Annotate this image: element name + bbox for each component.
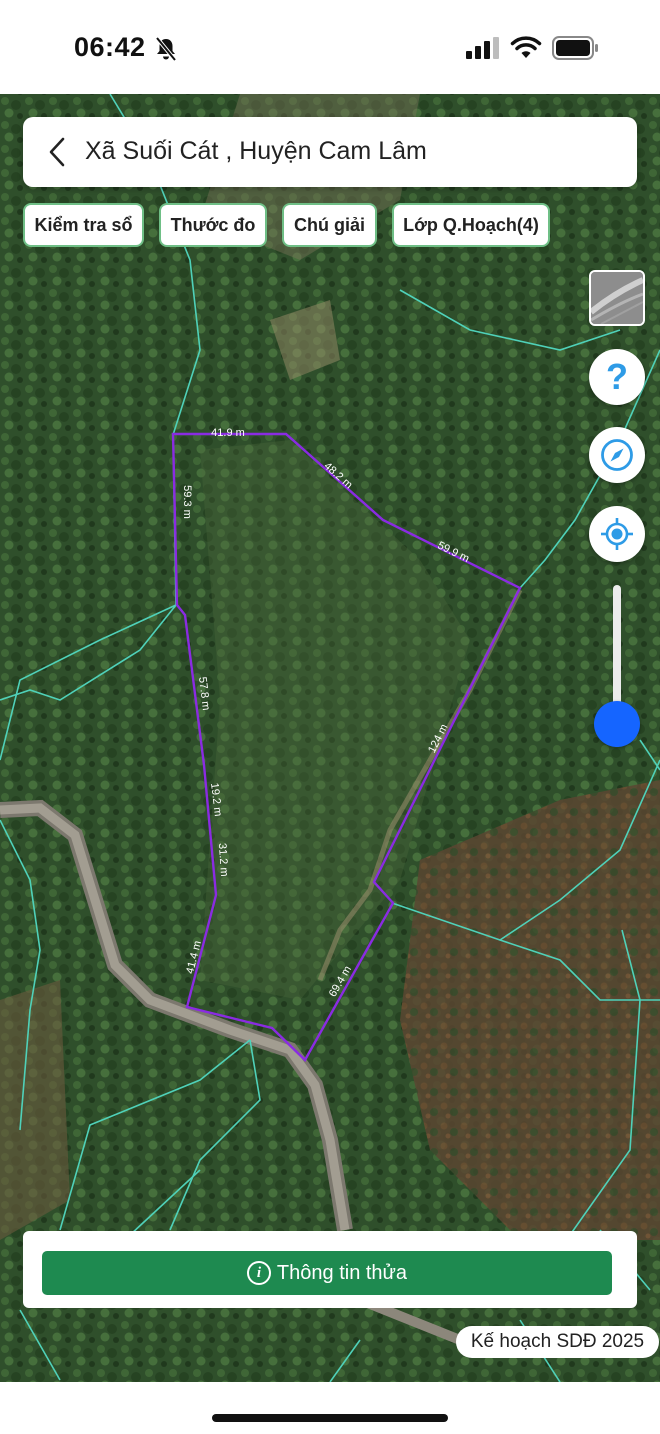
location-search-bar[interactable]: Xã Suối Cát , Huyện Cam Lâm — [23, 117, 637, 187]
battery-icon — [552, 36, 598, 60]
bell-slash-icon — [155, 36, 177, 62]
edge-label: 59.3 m — [181, 485, 193, 519]
compass-button[interactable] — [589, 427, 645, 483]
status-time: 06:42 — [74, 32, 146, 62]
layer-switch-button[interactable] — [589, 270, 645, 326]
chip-measure[interactable]: Thước đo — [159, 203, 267, 247]
bottom-panel: i Thông tin thửa — [23, 1231, 637, 1308]
wifi-icon — [510, 36, 542, 58]
satellite-map[interactable]: 41.9 m 48.2 m 59.9 m 59.3 m 57.8 m 19.2 … — [0, 94, 660, 1382]
locate-target-icon — [601, 518, 633, 550]
land-use-plan-badge[interactable]: Kế hoạch SDĐ 2025 — [456, 1326, 659, 1358]
locate-button[interactable] — [589, 506, 645, 562]
zoom-slider-thumb[interactable] — [594, 701, 640, 748]
map-layer-thumbnail — [591, 272, 643, 324]
cellular-signal-icon — [466, 37, 499, 59]
home-indicator-area — [0, 1382, 660, 1434]
parcel-info-label: Thông tin thửa — [276, 1261, 408, 1284]
info-icon: i — [246, 1261, 271, 1285]
parcel-info-button[interactable]: i Thông tin thửa — [42, 1251, 612, 1295]
compass-icon — [601, 439, 633, 471]
location-title: Xã Suối Cát , Huyện Cam Lâm — [85, 137, 427, 165]
chip-legend[interactable]: Chú giải — [282, 203, 377, 247]
edge-label: 41.9 m — [211, 427, 245, 439]
edge-label: 31.2 m — [216, 843, 230, 877]
help-button[interactable]: ? — [589, 349, 645, 405]
map-canvas: 41.9 m 48.2 m 59.9 m 59.3 m 57.8 m 19.2 … — [0, 94, 660, 1382]
back-button[interactable] — [37, 131, 77, 173]
home-indicator[interactable] — [212, 1414, 448, 1422]
chevron-left-icon — [49, 137, 65, 167]
status-bar: 06:42 — [0, 0, 660, 94]
chip-check-certificate[interactable]: Kiểm tra sổ — [23, 203, 144, 247]
chip-planning-layers[interactable]: Lớp Q.Hoạch(4) — [392, 203, 550, 247]
help-icon: ? — [606, 356, 628, 397]
